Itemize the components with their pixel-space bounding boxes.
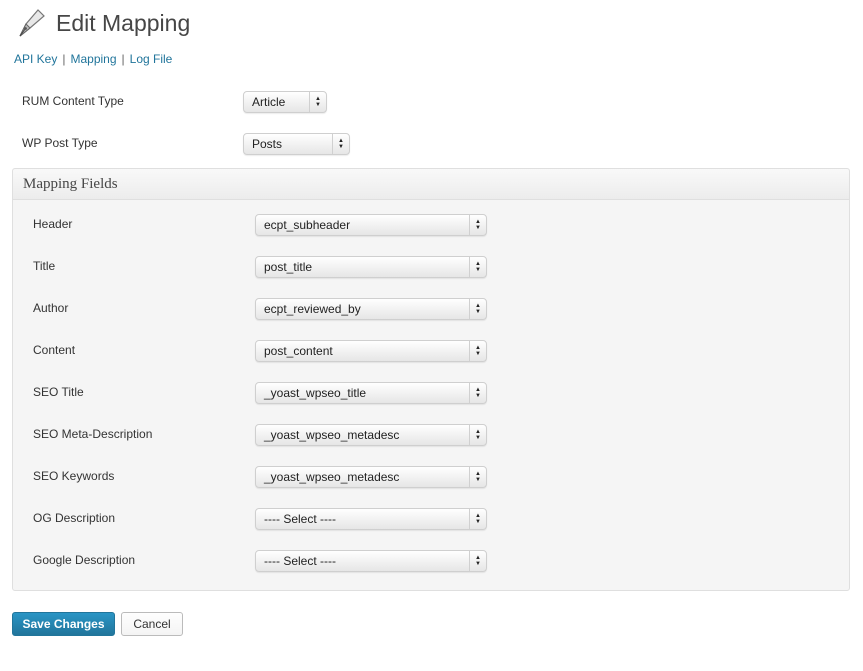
field-row-og-description: OG Description [33,506,115,530]
field-row-content: Content [33,338,75,362]
field-select-author[interactable]: ecpt_reviewed_by ▲ ▼ [255,298,487,320]
select-arrows-icon: ▲ ▼ [469,551,486,571]
field-row-author: Author [33,296,68,320]
field-row-seo-meta-description: SEO Meta-Description [33,422,152,446]
select-arrows-icon: ▲ ▼ [469,299,486,319]
select-arrows-icon: ▲ ▼ [469,509,486,529]
field-select-value: ecpt_reviewed_by [264,302,361,316]
select-arrows-icon: ▲ ▼ [332,134,349,154]
field-row-header: Header [33,212,72,236]
field-row-seo-title: SEO Title [33,380,84,404]
field-select-value: _yoast_wpseo_metadesc [264,470,400,484]
field-label: Author [33,301,69,315]
field-select-value: ---- Select ---- [264,512,336,526]
field-label: SEO Meta-Description [33,427,153,441]
field-select-og-description[interactable]: ---- Select ---- ▲ ▼ [255,508,487,530]
wp-post-type-row: WP Post Type [22,131,98,155]
select-arrows-icon: ▲ ▼ [469,341,486,361]
field-select-value: post_title [264,260,313,274]
page-title: Edit Mapping [56,9,191,36]
subnav-separator: | [121,52,125,66]
field-select-value: ---- Select ---- [264,554,336,568]
save-changes-button[interactable]: Save Changes [12,612,115,636]
field-select-title[interactable]: post_title ▲ ▼ [255,256,487,278]
page-header: Edit Mapping [14,5,190,41]
select-arrows-icon: ▲ ▼ [469,383,486,403]
wp-post-type-value: Posts [252,137,283,151]
field-select-seo-meta-description[interactable]: _yoast_wpseo_metadesc ▲ ▼ [255,424,487,446]
field-select-header[interactable]: ecpt_subheader ▲ ▼ [255,214,487,236]
pen-nib-icon [14,6,48,40]
field-select-value: post_content [264,344,333,358]
subnav-separator: | [62,52,66,66]
field-label: Header [33,217,73,231]
field-label: SEO Keywords [33,469,115,483]
mapping-fields-title: Mapping Fields [13,169,849,200]
field-select-value: _yoast_wpseo_title [264,386,367,400]
subnav-log-file-link[interactable]: Log File [130,52,173,66]
select-arrows-icon: ▲ ▼ [469,257,486,277]
rum-content-type-value: Article [252,95,286,109]
wp-post-type-label: WP Post Type [22,136,98,150]
rum-content-type-select[interactable]: Article ▲ ▼ [243,91,327,113]
field-label: Content [33,343,76,357]
subnav-mapping-link[interactable]: Mapping [70,52,116,66]
rum-content-type-label: RUM Content Type [22,94,124,108]
field-row-title: Title [33,254,55,278]
field-row-google-description: Google Description [33,548,135,572]
field-label: Title [33,259,56,273]
field-label: SEO Title [33,385,84,399]
rum-content-type-row: RUM Content Type [22,89,124,113]
subnav: API Key | Mapping | Log File [14,52,172,66]
field-label: OG Description [33,511,116,525]
wp-post-type-select[interactable]: Posts ▲ ▼ [243,133,350,155]
select-arrows-icon: ▲ ▼ [309,92,326,112]
field-select-value: _yoast_wpseo_metadesc [264,428,400,442]
field-select-seo-title[interactable]: _yoast_wpseo_title ▲ ▼ [255,382,487,404]
field-select-google-description[interactable]: ---- Select ---- ▲ ▼ [255,550,487,572]
field-select-content[interactable]: post_content ▲ ▼ [255,340,487,362]
select-arrows-icon: ▲ ▼ [469,215,486,235]
subnav-api-key-link[interactable]: API Key [14,52,57,66]
field-select-value: ecpt_subheader [264,218,351,232]
select-arrows-icon: ▲ ▼ [469,425,486,445]
field-row-seo-keywords: SEO Keywords [33,464,114,488]
select-arrows-icon: ▲ ▼ [469,467,486,487]
cancel-button[interactable]: Cancel [121,612,183,636]
field-select-seo-keywords[interactable]: _yoast_wpseo_metadesc ▲ ▼ [255,466,487,488]
field-label: Google Description [33,553,136,567]
